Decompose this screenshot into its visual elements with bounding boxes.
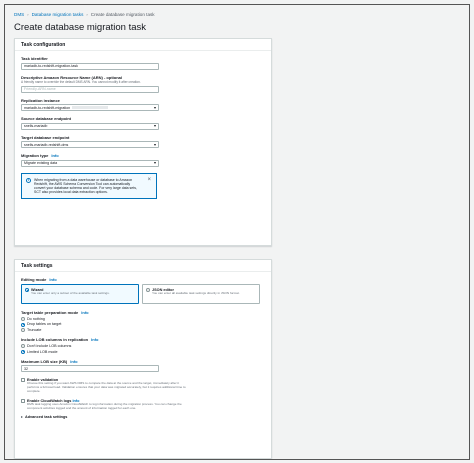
replication-instance-field: Replication instance mariadb-to-redshift… xyxy=(21,97,265,111)
editing-mode-label: Editing mode Info xyxy=(21,277,265,282)
field-hint: A friendly name to override the default … xyxy=(21,80,141,84)
radio-selected[interactable] xyxy=(21,349,25,354)
caret-right-icon xyxy=(21,416,23,419)
radio-unselected[interactable] xyxy=(21,328,25,333)
field-label: Task identifier xyxy=(21,56,48,61)
cloudwatch-option: Enable CloudWatch logs Info DMS task log… xyxy=(21,398,265,411)
replication-instance-select[interactable]: mariadb-to-redshift-migration xyxy=(21,104,159,111)
info-alert: i When migrating from a data warehouse o… xyxy=(21,172,157,200)
target-prep-group: Target table preparation mode Info Do no… xyxy=(21,310,265,333)
breadcrumb-migration-tasks[interactable]: Database migration tasks xyxy=(32,12,84,17)
checkbox-desc: DMS task logging uses Amazon CloudWatch … xyxy=(27,401,182,410)
expander-label: Advanced task settings xyxy=(25,415,68,420)
option-label: Drop tables on target xyxy=(27,322,62,327)
page-title: Create database migration task xyxy=(14,22,147,33)
option-label: Truncate xyxy=(27,328,42,333)
field-label-text: Target table preparation mode xyxy=(21,310,79,315)
radio-option[interactable]: Do nothing xyxy=(21,317,265,321)
radio-selected[interactable] xyxy=(25,288,29,293)
chevron-right-icon: › xyxy=(86,12,88,17)
arn-input[interactable]: Friendly-ARN-name xyxy=(21,85,159,93)
migration-type-field: Migration type Info Migrate existing dat… xyxy=(21,153,265,167)
field-label: Source database endpoint xyxy=(21,116,72,121)
cloudwatch-checkbox[interactable] xyxy=(21,398,25,403)
field-label: Target table preparation mode Info xyxy=(21,310,265,315)
lob-group: Include LOB columns in replication Info … xyxy=(21,337,265,354)
tile-desc: You can enter only a subset of the avail… xyxy=(31,291,110,295)
field-label: Migration type Info xyxy=(21,153,265,158)
caret-down-icon xyxy=(154,162,156,164)
redacted-text xyxy=(72,106,109,109)
radio-option[interactable]: Drop tables on target xyxy=(21,322,265,327)
info-link[interactable]: Info xyxy=(70,359,77,364)
target-endpoint-select[interactable]: snells-mariadb-redshift-dms xyxy=(21,141,159,148)
max-lob-field: Maximum LOB size (KB) Info 32 xyxy=(21,359,265,373)
task-configuration-panel: Task configuration Task identifier maria… xyxy=(14,38,272,246)
arn-field: Descriptive Amazon Resource Name (ARN) -… xyxy=(21,75,265,93)
close-icon[interactable]: × xyxy=(147,177,151,183)
field-label-text: Include LOB columns in replication xyxy=(21,337,89,343)
source-endpoint-select[interactable]: snells-mariadb xyxy=(21,122,159,130)
radio-option[interactable]: Truncate xyxy=(21,328,265,333)
field-label: Replication instance xyxy=(21,97,60,103)
option-label: Don't include LOB columns xyxy=(27,344,72,349)
field-label: Include LOB columns in replication Info xyxy=(21,337,265,342)
info-link[interactable]: Info xyxy=(51,153,58,158)
migration-type-select[interactable]: Migrate existing data xyxy=(21,159,159,167)
field-label: Descriptive Amazon Resource Name (ARN) -… xyxy=(21,74,122,80)
field-label: Maximum LOB size (KB) Info xyxy=(21,359,265,364)
info-link[interactable]: Info xyxy=(81,310,88,315)
option-label: Do nothing xyxy=(27,316,45,321)
chevron-right-icon: › xyxy=(27,12,29,17)
max-lob-input[interactable]: 32 xyxy=(21,365,159,373)
field-label-text: Maximum LOB size (KB) xyxy=(21,358,68,364)
select-value: Migrate existing data xyxy=(24,161,58,165)
select-value: snells-mariadb-redshift-dms xyxy=(24,142,69,147)
info-link[interactable]: Info xyxy=(91,337,98,342)
task-settings-panel: Task settings Editing mode Info Wizard Y… xyxy=(14,259,272,459)
info-link[interactable]: Info xyxy=(49,277,56,282)
advanced-settings-expander[interactable]: Advanced task settings xyxy=(21,415,265,419)
target-endpoint-field: Target database endpoint snells-mariadb-… xyxy=(21,134,265,148)
panel-header: Task configuration xyxy=(15,39,271,51)
wizard-tile[interactable]: Wizard You can enter only a subset of th… xyxy=(21,284,139,304)
radio-option[interactable]: Don't include LOB columns xyxy=(21,344,265,349)
tile-desc: You can enter all available task setting… xyxy=(152,291,240,295)
field-label: Target database endpoint xyxy=(21,134,70,140)
json-editor-tile[interactable]: JSON editor You can enter all available … xyxy=(142,284,260,304)
radio-unselected[interactable] xyxy=(21,344,25,349)
checkbox-desc: Choose this setting if you want AWS DMS … xyxy=(27,381,186,394)
breadcrumb-current: Create database migration task xyxy=(90,12,155,17)
select-value: mariadb-to-redshift-migration xyxy=(24,105,71,110)
breadcrumb-dms[interactable]: DMS xyxy=(14,12,24,17)
caret-down-icon xyxy=(154,125,156,127)
task-identifier-input[interactable]: mariadb-to-redshift-migration-task xyxy=(21,62,159,70)
radio-unselected[interactable] xyxy=(146,288,150,293)
source-endpoint-field: Source database endpoint snells-mariadb xyxy=(21,116,265,130)
option-label: Limited LOB mode xyxy=(27,349,58,354)
editing-mode-tiles: Wizard You can enter only a subset of th… xyxy=(21,284,265,304)
radio-selected[interactable] xyxy=(21,322,25,327)
caret-down-icon xyxy=(154,143,156,146)
caret-down-icon xyxy=(154,106,156,109)
field-label-text: Editing mode xyxy=(21,277,47,282)
panel-header: Task settings xyxy=(15,260,271,272)
page-frame: DMS › Database migration tasks › Create … xyxy=(4,4,470,460)
select-value: snells-mariadb xyxy=(24,124,48,128)
info-circle-icon: i xyxy=(26,177,31,183)
radio-option[interactable]: Limited LOB mode xyxy=(21,350,265,354)
field-label-text: Migration type xyxy=(21,153,49,158)
validation-checkbox[interactable] xyxy=(21,378,25,383)
alert-text: When migrating from a data warehouse or … xyxy=(34,177,137,195)
validation-option: Enable validation Choose this setting if… xyxy=(21,378,265,393)
task-identifier-field: Task identifier mariadb-to-redshift-migr… xyxy=(21,56,265,70)
radio-unselected[interactable] xyxy=(21,316,25,321)
breadcrumb: DMS › Database migration tasks › Create … xyxy=(14,11,155,18)
